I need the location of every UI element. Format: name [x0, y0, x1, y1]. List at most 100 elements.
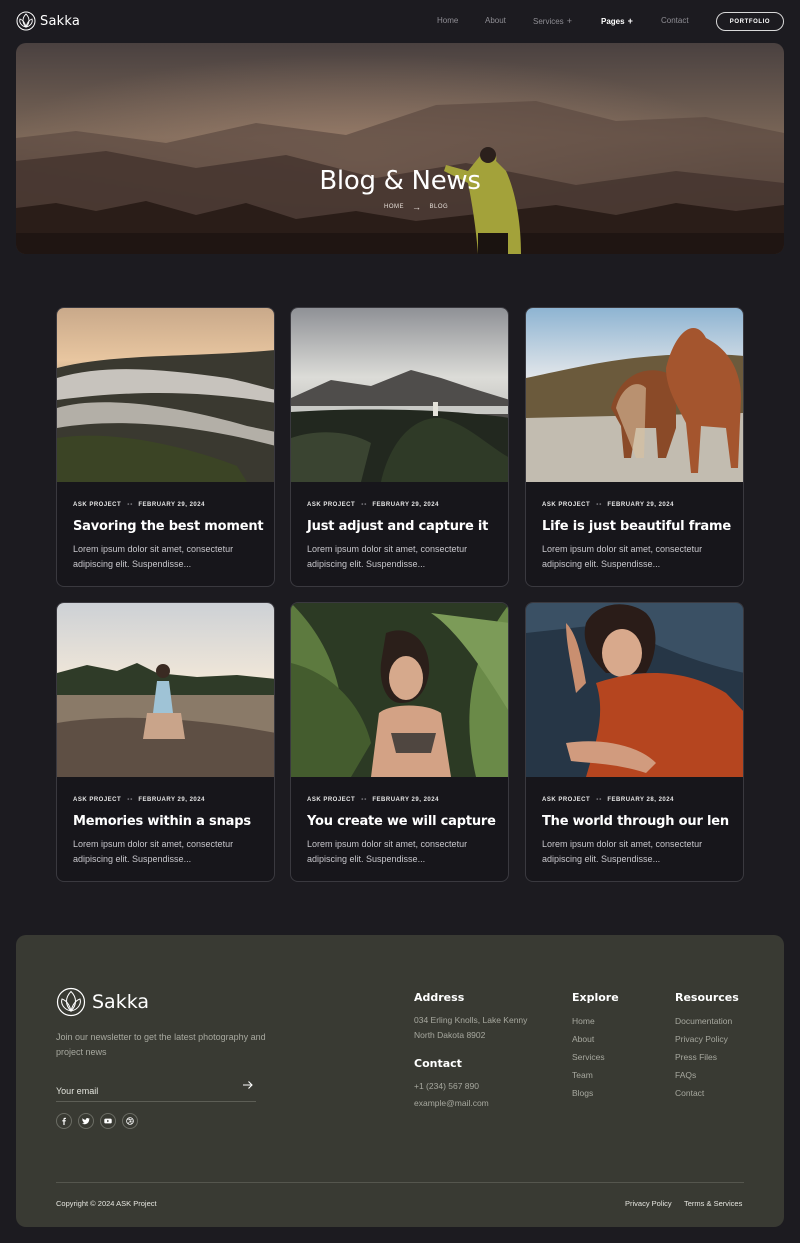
post-date: FEBRUARY 29, 2024: [138, 502, 205, 508]
breadcrumb-current: BLOG: [429, 204, 449, 210]
post-title[interactable]: Memories within a snaps: [73, 814, 251, 829]
page-title: Blog & News: [319, 166, 481, 196]
post-image-cloud-mountain: [57, 308, 274, 482]
blog-card[interactable]: ASK PROJECT •• FEBRUARY 28, 2024 The wor…: [525, 602, 744, 882]
post-image-volcanic-landscape: [291, 308, 508, 482]
blog-card[interactable]: ASK PROJECT •• FEBRUARY 29, 2024 You cre…: [290, 602, 509, 882]
hero-landscape-image: [16, 43, 784, 254]
site-footer: Sakka Join our newsletter to get the lat…: [16, 935, 784, 1227]
blog-card[interactable]: ASK PROJECT •• FEBRUARY 29, 2024 Just ad…: [290, 307, 509, 587]
newsletter-email-input[interactable]: [56, 1080, 256, 1102]
footer-link-services[interactable]: Services: [572, 1052, 605, 1062]
newsletter-text: Join our newsletter to get the latest ph…: [56, 1032, 266, 1057]
social-links: [56, 1113, 138, 1129]
post-meta: ASK PROJECT •• FEBRUARY 29, 2024: [542, 502, 674, 508]
nav-item-home[interactable]: Home: [437, 16, 458, 25]
post-meta: ASK PROJECT •• FEBRUARY 29, 2024: [73, 502, 205, 508]
plus-icon: +: [627, 16, 633, 26]
arrow-right-icon[interactable]: [242, 1079, 256, 1095]
brand-logo[interactable]: Sakka: [16, 11, 80, 31]
footer-divider: [56, 1182, 744, 1183]
arrow-right-icon: →: [412, 202, 422, 212]
leaf-logo-icon: [56, 987, 86, 1017]
post-category[interactable]: ASK PROJECT: [73, 502, 121, 508]
footer-link-about[interactable]: About: [572, 1034, 594, 1044]
meta-separator: ••: [361, 797, 368, 803]
post-image-woman-red-sweater: [526, 603, 743, 777]
footer-link-blogs[interactable]: Blogs: [572, 1088, 593, 1098]
hero-banner: Blog & News HOME → BLOG: [16, 43, 784, 254]
post-category[interactable]: ASK PROJECT: [542, 502, 590, 508]
post-meta: ASK PROJECT •• FEBRUARY 28, 2024: [542, 797, 674, 803]
footer-link-faqs[interactable]: FAQs: [675, 1070, 696, 1080]
post-title[interactable]: Savoring the best moment: [73, 519, 264, 534]
post-excerpt: Lorem ipsum dolor sit amet, consectetur …: [307, 544, 468, 569]
contact-phone[interactable]: +1 (234) 567 890: [414, 1079, 479, 1094]
post-meta: ASK PROJECT •• FEBRUARY 29, 2024: [73, 797, 205, 803]
nav-item-services[interactable]: Services +: [533, 16, 572, 26]
post-category[interactable]: ASK PROJECT: [542, 797, 590, 803]
youtube-icon[interactable]: [100, 1113, 116, 1129]
nav-item-pages-label: Pages: [601, 17, 625, 26]
post-title[interactable]: The world through our len: [542, 814, 729, 829]
post-excerpt: Lorem ipsum dolor sit amet, consectetur …: [73, 839, 234, 864]
contact-email[interactable]: example@mail.com: [414, 1096, 489, 1111]
blog-card[interactable]: ASK PROJECT •• FEBRUARY 29, 2024 Savorin…: [56, 307, 275, 587]
post-excerpt: Lorem ipsum dolor sit amet, consectetur …: [307, 839, 468, 864]
footer-link-documentation[interactable]: Documentation: [675, 1016, 732, 1026]
meta-separator: ••: [361, 502, 368, 508]
post-excerpt: Lorem ipsum dolor sit amet, consectetur …: [73, 544, 234, 569]
meta-separator: ••: [127, 797, 134, 803]
footer-link-home[interactable]: Home: [572, 1016, 595, 1026]
resources-title: Resources: [675, 991, 739, 1004]
contact-title: Contact: [414, 1057, 462, 1070]
post-category[interactable]: ASK PROJECT: [307, 797, 355, 803]
post-title[interactable]: Just adjust and capture it: [307, 519, 488, 534]
leaf-logo-icon: [16, 11, 36, 31]
top-nav: Sakka Home About Services + Pages + Contac…: [0, 0, 800, 43]
legal-link-terms[interactable]: Terms & Services: [684, 1199, 742, 1208]
breadcrumb: HOME → BLOG: [384, 202, 449, 212]
brand-name: Sakka: [40, 13, 81, 29]
dribbble-icon[interactable]: [122, 1113, 138, 1129]
post-excerpt: Lorem ipsum dolor sit amet, consectetur …: [542, 839, 703, 864]
post-date: FEBRUARY 29, 2024: [138, 797, 205, 803]
footer-brand-logo[interactable]: Sakka: [56, 987, 149, 1017]
twitter-icon[interactable]: [78, 1113, 94, 1129]
plus-icon: +: [566, 16, 572, 26]
post-image-beach-woman: [57, 603, 274, 777]
post-excerpt: Lorem ipsum dolor sit amet, consectetur …: [542, 544, 703, 569]
footer-link-press-files[interactable]: Press Files: [675, 1052, 717, 1062]
post-date: FEBRUARY 28, 2024: [607, 797, 674, 803]
post-category[interactable]: ASK PROJECT: [73, 797, 121, 803]
address-line-2: North Dakota 8902: [414, 1030, 486, 1040]
post-meta: ASK PROJECT •• FEBRUARY 29, 2024: [307, 502, 439, 508]
meta-separator: ••: [596, 797, 603, 803]
post-meta: ASK PROJECT •• FEBRUARY 29, 2024: [307, 797, 439, 803]
post-title[interactable]: Life is just beautiful frame: [542, 519, 731, 534]
nav-item-services-label: Services: [533, 17, 564, 26]
nav-item-contact[interactable]: Contact: [661, 16, 689, 25]
nav-item-about[interactable]: About: [485, 16, 506, 25]
post-date: FEBRUARY 29, 2024: [372, 502, 439, 508]
footer-link-privacy-policy[interactable]: Privacy Policy: [675, 1034, 728, 1044]
blog-card[interactable]: ASK PROJECT •• FEBRUARY 29, 2024 Life is…: [525, 307, 744, 587]
nav-item-pages[interactable]: Pages +: [601, 16, 633, 26]
breadcrumb-home[interactable]: HOME: [384, 204, 404, 210]
address-line-1: 034 Erling Knolls, Lake Kenny: [414, 1015, 528, 1025]
blog-card[interactable]: ASK PROJECT •• FEBRUARY 29, 2024 Memorie…: [56, 602, 275, 882]
portfolio-button[interactable]: PORTFOLIO: [716, 12, 784, 31]
address-title: Address: [414, 991, 465, 1004]
meta-separator: ••: [127, 502, 134, 508]
post-image-woman-palm-leaves: [291, 603, 508, 777]
post-title[interactable]: You create we will capture: [307, 814, 496, 829]
legal-link-privacy-policy[interactable]: Privacy Policy: [625, 1199, 672, 1208]
explore-title: Explore: [572, 991, 619, 1004]
post-date: FEBRUARY 29, 2024: [372, 797, 439, 803]
facebook-icon[interactable]: [56, 1113, 72, 1129]
post-image-horses: [526, 308, 743, 482]
footer-link-contact[interactable]: Contact: [675, 1088, 704, 1098]
footer-link-team[interactable]: Team: [572, 1070, 593, 1080]
post-date: FEBRUARY 29, 2024: [607, 502, 674, 508]
post-category[interactable]: ASK PROJECT: [307, 502, 355, 508]
